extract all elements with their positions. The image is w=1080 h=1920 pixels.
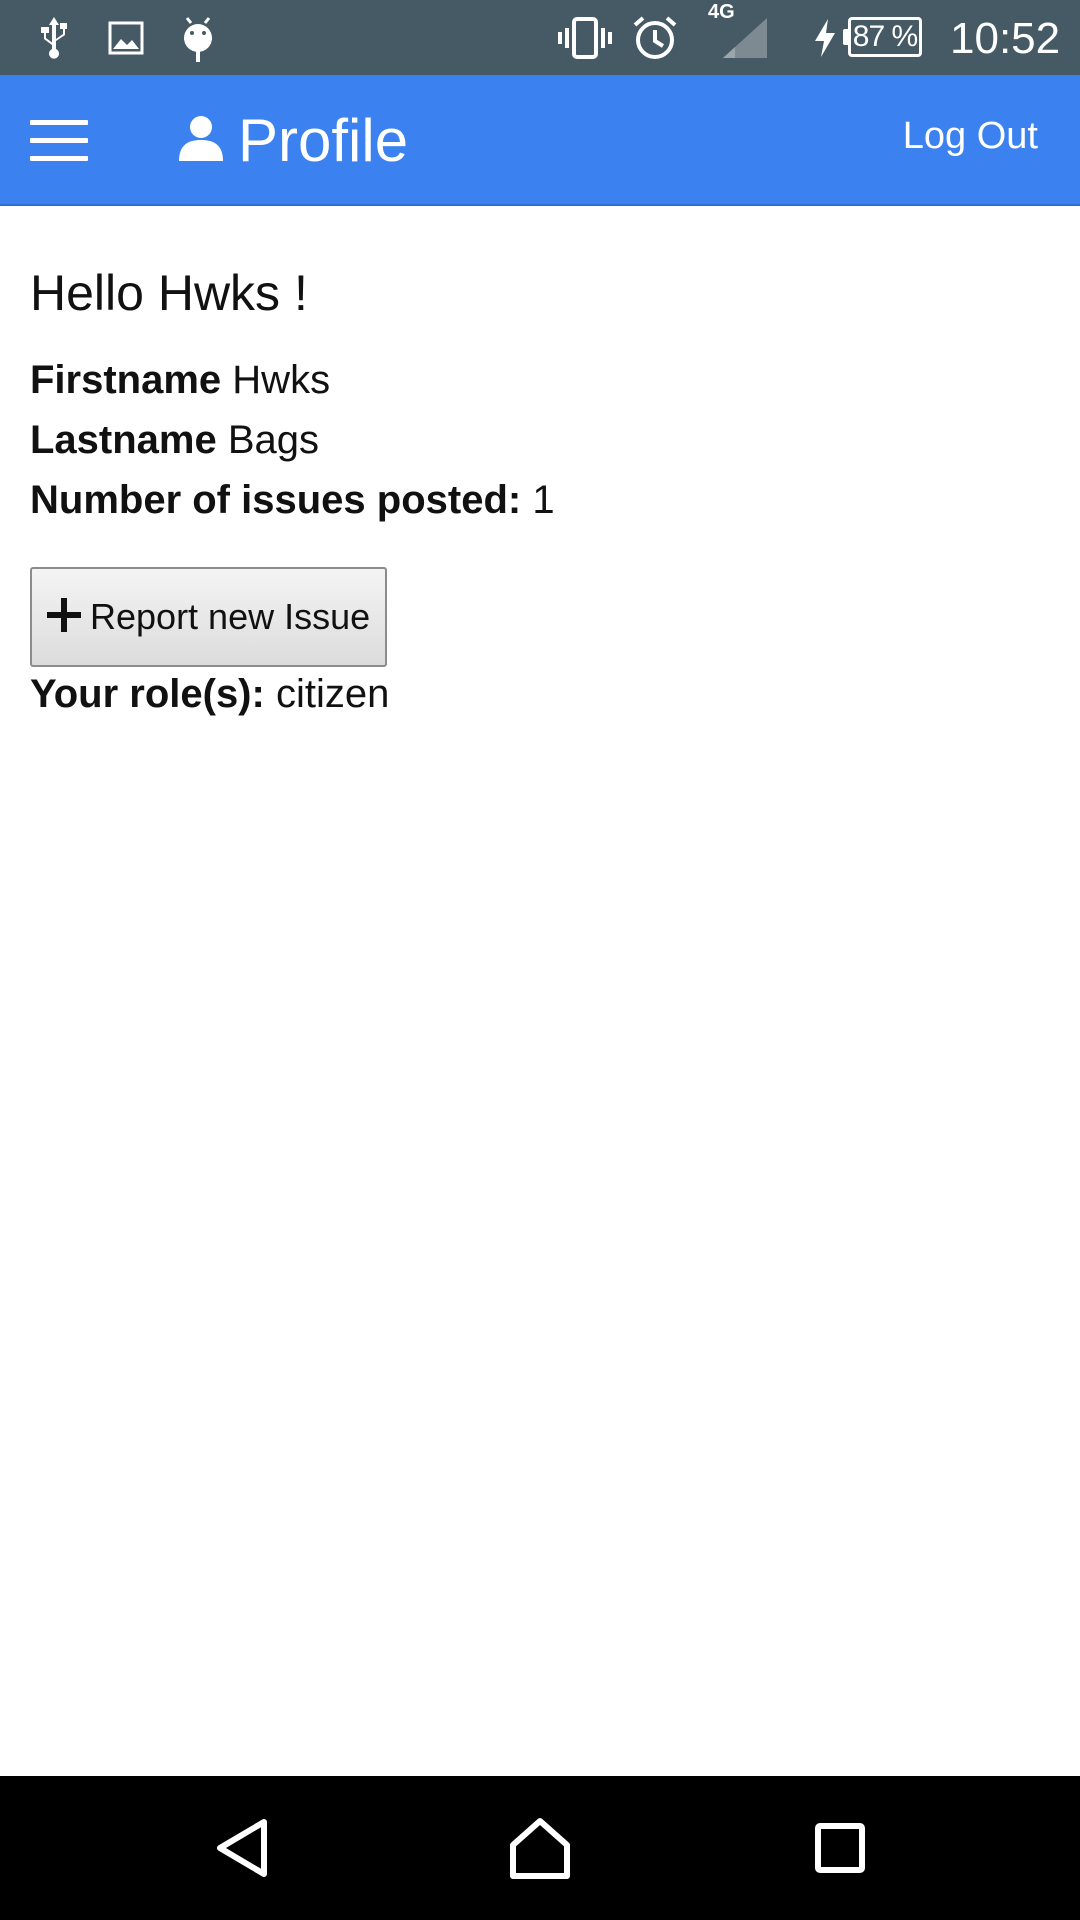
home-icon[interactable] bbox=[480, 1776, 600, 1920]
page-title-group: Profile bbox=[178, 75, 408, 206]
android-debug-icon bbox=[178, 0, 218, 75]
page-title: Profile bbox=[238, 107, 409, 174]
issues-count-row: Number of issues posted: 1 bbox=[30, 478, 555, 523]
lastname-label: Lastname bbox=[30, 418, 217, 462]
person-icon bbox=[178, 115, 224, 166]
roles-row: Your role(s): citizen bbox=[30, 672, 389, 717]
alarm-icon bbox=[628, 0, 682, 75]
lastname-value: Bags bbox=[227, 418, 320, 462]
firstname-row: Firstname Hwks bbox=[30, 358, 330, 403]
greeting-heading: Hello Hwks ! bbox=[30, 265, 308, 321]
charging-icon bbox=[810, 0, 840, 75]
status-bar: 4G 87 % 10:52 bbox=[0, 0, 1080, 75]
plus-icon bbox=[46, 597, 82, 638]
usb-icon bbox=[34, 0, 74, 75]
signal-icon bbox=[720, 0, 770, 75]
system-nav-bar bbox=[0, 1776, 1080, 1920]
image-icon bbox=[106, 0, 146, 75]
report-new-issue-button[interactable]: Report new Issue bbox=[30, 567, 387, 667]
roles-value: citizen bbox=[275, 672, 390, 716]
issues-count-label: Number of issues posted: bbox=[30, 478, 522, 522]
battery-icon: 87 % bbox=[848, 17, 922, 57]
logout-button[interactable]: Log Out bbox=[903, 75, 1038, 206]
app-bar: Profile Log Out bbox=[0, 75, 1080, 206]
vibrate-icon bbox=[556, 0, 614, 75]
hamburger-menu-icon[interactable] bbox=[22, 107, 96, 173]
recents-icon[interactable] bbox=[780, 1776, 900, 1920]
issues-count-value: 1 bbox=[532, 478, 555, 522]
back-icon[interactable] bbox=[182, 1776, 302, 1920]
firstname-label: Firstname bbox=[30, 358, 222, 402]
lastname-row: Lastname Bags bbox=[30, 418, 319, 463]
roles-label: Your role(s): bbox=[30, 672, 265, 716]
report-new-issue-label: Report new Issue bbox=[90, 596, 371, 637]
status-clock: 10:52 bbox=[950, 14, 1061, 63]
firstname-value: Hwks bbox=[232, 358, 331, 402]
